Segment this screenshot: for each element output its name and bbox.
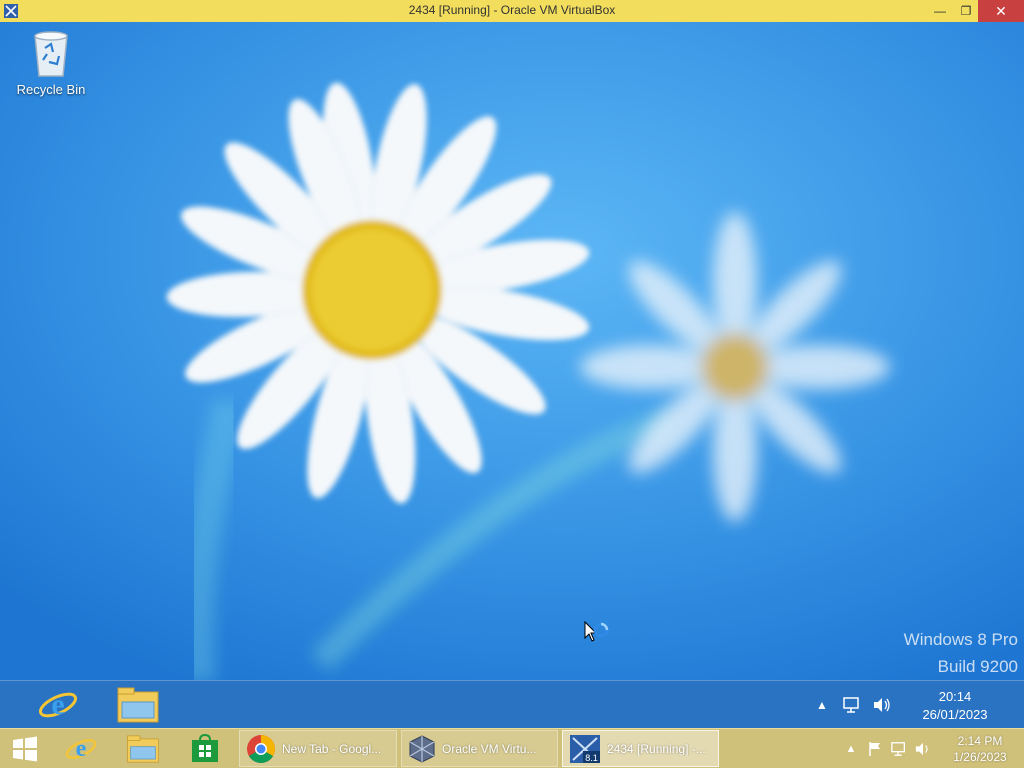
vm-version-badge: 8.1: [585, 753, 598, 763]
desktop-icon-recycle-bin[interactable]: Recycle Bin: [8, 30, 94, 112]
task-label: New Tab - Googl...: [282, 741, 382, 756]
host-taskbar-file-explorer[interactable]: [116, 731, 170, 767]
recycle-bin-label: Recycle Bin: [16, 82, 86, 97]
host-taskbar-internet-explorer[interactable]: e: [54, 731, 108, 767]
guest-taskbar: e ▲ 20:14 26/01/2023: [0, 680, 1024, 729]
close-button[interactable]: ✕: [978, 0, 1024, 22]
chrome-icon: [247, 734, 275, 763]
restore-button[interactable]: ❐: [952, 0, 980, 22]
action-center-flag-icon[interactable]: [866, 739, 884, 759]
virtualbox-icon: [409, 734, 435, 763]
guest-clock[interactable]: 20:14 26/01/2023: [905, 688, 1005, 724]
task-label: Oracle VM Virtu...: [442, 741, 537, 756]
host-title-bar[interactable]: 2434 [Running] - Oracle VM VirtualBox — …: [0, 0, 1024, 23]
recycle-bin-icon: [34, 31, 68, 77]
host-taskbar: e New Tab - Googl... Oracle VM Virtu... …: [0, 728, 1024, 768]
guest-taskbar-file-explorer[interactable]: [114, 685, 162, 725]
daisy-wallpaper: [0, 22, 1024, 680]
task-virtualbox-manager[interactable]: Oracle VM Virtu...: [401, 730, 558, 767]
internet-explorer-icon: e: [65, 736, 97, 762]
busy-cursor-icon: [584, 620, 609, 642]
host-clock[interactable]: 2:14 PM 1/26/2023: [940, 733, 1020, 765]
host-clock-time: 2:14 PM: [957, 734, 1003, 748]
start-button[interactable]: [0, 729, 50, 768]
guest-desktop[interactable]: Recycle Bin Windows 8 Pro Build 9200: [0, 22, 1024, 680]
svg-text:e: e: [51, 688, 64, 721]
windows-build-watermark: Build 9200: [937, 657, 1018, 676]
task-chrome[interactable]: New Tab - Googl...: [239, 730, 397, 767]
guest-taskbar-internet-explorer[interactable]: e: [34, 685, 82, 725]
host-tray-overflow-icon[interactable]: ▲: [842, 739, 860, 759]
file-explorer-icon: [117, 687, 159, 723]
minimize-button[interactable]: —: [926, 0, 954, 22]
internet-explorer-icon: e: [38, 688, 78, 721]
virtualbox-vm-icon: 8.1: [570, 734, 600, 763]
svg-text:e: e: [76, 736, 87, 762]
window-title: 2434 [Running] - Oracle VM VirtualBox: [408, 3, 616, 17]
task-label: 2434 [Running] -...: [607, 741, 706, 756]
store-icon: [192, 734, 218, 762]
guest-clock-time: 20:14: [938, 689, 972, 704]
file-explorer-icon: [127, 735, 159, 763]
guest-tray-overflow-icon[interactable]: ▲: [812, 695, 832, 715]
host-clock-date: 1/26/2023: [953, 750, 1007, 764]
network-icon[interactable]: [890, 739, 908, 759]
windows-logo-icon: [13, 736, 37, 762]
windows-edition-watermark: Windows 8 Pro: [903, 630, 1018, 649]
guest-clock-date: 26/01/2023: [922, 707, 988, 722]
volume-icon[interactable]: [914, 739, 932, 759]
network-icon[interactable]: [842, 695, 862, 715]
task-vm-2434[interactable]: 8.1 2434 [Running] -...: [562, 730, 719, 767]
volume-icon[interactable]: [872, 695, 892, 715]
host-taskbar-store[interactable]: [178, 731, 232, 767]
